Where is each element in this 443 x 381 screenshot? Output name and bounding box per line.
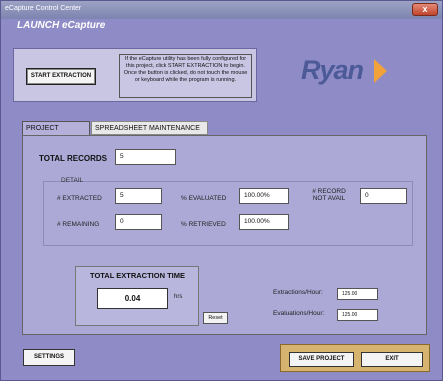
evaluations-per-hour-field: 125.00 [337, 309, 378, 321]
extraction-time-panel: TOTAL EXTRACTION TIME 0.04 hrs [75, 266, 199, 326]
logo-chevron-icon [374, 59, 387, 83]
save-project-button[interactable]: SAVE PROJECT [289, 352, 354, 367]
evaluations-per-hour-label: Evaluations/Hour: [273, 310, 325, 317]
record-not-avail-line-1: # RECORD [312, 188, 346, 195]
reset-button[interactable]: Reset [203, 312, 228, 324]
close-button[interactable]: x [412, 3, 438, 16]
extracted-label: # EXTRACTED [57, 195, 102, 202]
total-records-label: TOTAL RECORDS [39, 154, 108, 163]
tab-project-report[interactable]: PROJECT REPORT [22, 121, 90, 145]
detail-label: DETAIL [61, 177, 84, 184]
close-icon: x [422, 4, 428, 14]
remaining-label: # REMAINING [57, 221, 100, 228]
tab-spreadsheet-maintenance[interactable]: SPREADSHEET MAINTENANCE [91, 121, 208, 135]
retrieved-field[interactable]: 100.00% [239, 214, 289, 230]
launch-title: LAUNCH eCapture [17, 20, 106, 31]
footer-button-panel: SAVE PROJECT EXIT [280, 344, 430, 372]
retrieved-label: % RETRIEVED [181, 221, 226, 228]
remaining-field[interactable]: 0 [115, 214, 162, 230]
launch-info-text: If the eCapture utility has been fully c… [119, 54, 252, 98]
detail-group [43, 181, 413, 246]
project-report-panel: TOTAL RECORDS 5 DETAIL # EXTRACTED 5 # R… [22, 135, 427, 335]
exit-button[interactable]: EXIT [361, 352, 423, 367]
extraction-time-title: TOTAL EXTRACTION TIME [90, 271, 185, 280]
title-bar: eCapture Control Center x [1, 1, 442, 19]
window-title: eCapture Control Center [5, 5, 82, 12]
record-not-avail-label: # RECORD NOT AVAIL [309, 188, 349, 202]
settings-button[interactable]: SETTINGS [23, 349, 75, 366]
record-not-avail-field[interactable]: 0 [360, 188, 407, 204]
launch-box: START EXTRACTION If the eCapture utility… [13, 48, 257, 102]
hours-unit-label: hrs [174, 294, 183, 300]
evaluated-field[interactable]: 100.00% [239, 188, 289, 204]
ecapture-window: eCapture Control Center x LAUNCH eCaptur… [0, 0, 443, 381]
extracted-field[interactable]: 5 [115, 188, 162, 204]
total-records-field[interactable]: 5 [115, 149, 176, 165]
start-extraction-button[interactable]: START EXTRACTION [26, 68, 96, 85]
ryan-logo: Ryan [301, 55, 364, 85]
evaluated-label: % EVALUATED [181, 195, 227, 202]
record-not-avail-line-2: NOT AVAIL [312, 195, 346, 202]
extractions-per-hour-label: Extractions/Hour: [273, 289, 323, 296]
extraction-time-value: 0.04 [97, 288, 168, 309]
extractions-per-hour-field: 125.00 [337, 288, 378, 300]
